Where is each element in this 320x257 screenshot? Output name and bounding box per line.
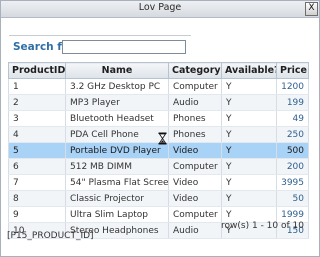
cell-name[interactable]: Bluetooth Headset bbox=[65, 110, 169, 127]
table-row[interactable]: 3 Bluetooth Headset Phones Y 49 bbox=[8, 110, 309, 127]
table-row[interactable]: 6 512 MB DIMM Computer Y 200 bbox=[8, 158, 309, 175]
cell-name[interactable]: 54" Plasma Flat Screen bbox=[65, 174, 169, 191]
cell-price: 49 bbox=[276, 110, 309, 127]
table-row[interactable]: 8 Classic Projector Video Y 50 bbox=[8, 190, 309, 207]
cell-category: Computer bbox=[168, 158, 222, 175]
cell-name[interactable]: MP3 Player bbox=[65, 94, 169, 111]
cell-price: 1200 bbox=[276, 78, 309, 95]
lov-popup-window: Lov Page X Search for ProductID Name Cat… bbox=[0, 0, 320, 257]
column-header-available[interactable]: Available? bbox=[221, 62, 277, 79]
cell-available: Y bbox=[221, 174, 277, 191]
cell-category: Computer bbox=[168, 78, 222, 95]
window-title: Lov Page bbox=[138, 2, 182, 13]
cell-price: 199 bbox=[276, 94, 309, 111]
cell-available: Y bbox=[221, 78, 277, 95]
cell-available: Y bbox=[221, 94, 277, 111]
search-input[interactable] bbox=[62, 40, 186, 54]
cell-productid: 1 bbox=[8, 78, 66, 95]
cell-available: Y bbox=[221, 158, 277, 175]
cell-available: Y bbox=[221, 110, 277, 127]
table-row[interactable]: 1 3.2 GHz Desktop PC Computer Y 1200 bbox=[8, 78, 309, 95]
cell-available: Y bbox=[221, 142, 277, 159]
cell-name[interactable]: Classic Projector bbox=[65, 190, 169, 207]
hourglass-cursor-icon bbox=[158, 132, 167, 145]
cell-productid: 7 bbox=[8, 174, 66, 191]
cell-category: Video bbox=[168, 142, 222, 159]
cell-price: 250 bbox=[276, 126, 309, 143]
cell-category: Phones bbox=[168, 126, 222, 143]
table-header-row: ProductID Name Category Available? Price bbox=[8, 62, 309, 79]
cell-productid: 8 bbox=[8, 190, 66, 207]
cell-productid: 2 bbox=[8, 94, 66, 111]
cell-productid: 5 bbox=[8, 142, 66, 159]
cell-available: Y bbox=[221, 126, 277, 143]
cell-category: Audio bbox=[168, 94, 222, 111]
column-header-productid[interactable]: ProductID bbox=[8, 62, 66, 79]
cell-price: 500 bbox=[276, 142, 309, 159]
cell-available: Y bbox=[221, 190, 277, 207]
cell-productid: 4 bbox=[8, 126, 66, 143]
cell-name[interactable]: 3.2 GHz Desktop PC bbox=[65, 78, 169, 95]
cell-price: 200 bbox=[276, 158, 309, 175]
cell-price: 3995 bbox=[276, 174, 309, 191]
pagination-text: row(s) 1 - 10 of 10 bbox=[221, 221, 304, 231]
column-header-price[interactable]: Price bbox=[276, 62, 309, 79]
divider bbox=[9, 35, 191, 36]
cell-name[interactable]: Portable DVD Player bbox=[65, 142, 169, 159]
title-bar[interactable]: Lov Page X bbox=[1, 1, 319, 18]
close-button[interactable]: X bbox=[305, 2, 318, 16]
cell-name[interactable]: PDA Cell Phone bbox=[65, 126, 169, 143]
column-header-name[interactable]: Name bbox=[65, 62, 169, 79]
close-icon: X bbox=[308, 3, 315, 13]
cell-category: Phones bbox=[168, 110, 222, 127]
return-item-name: [P15_PRODUCT_ID] bbox=[7, 231, 94, 241]
product-table: ProductID Name Category Available? Price… bbox=[8, 62, 309, 239]
cell-category: Video bbox=[168, 174, 222, 191]
cell-price: 50 bbox=[276, 190, 309, 207]
cell-name[interactable]: 512 MB DIMM bbox=[65, 158, 169, 175]
cell-category: Video bbox=[168, 190, 222, 207]
cell-productid: 3 bbox=[8, 110, 66, 127]
table-row[interactable]: 7 54" Plasma Flat Screen Video Y 3995 bbox=[8, 174, 309, 191]
table-row[interactable]: 2 MP3 Player Audio Y 199 bbox=[8, 94, 309, 111]
cell-productid: 6 bbox=[8, 158, 66, 175]
column-header-category[interactable]: Category bbox=[168, 62, 222, 79]
